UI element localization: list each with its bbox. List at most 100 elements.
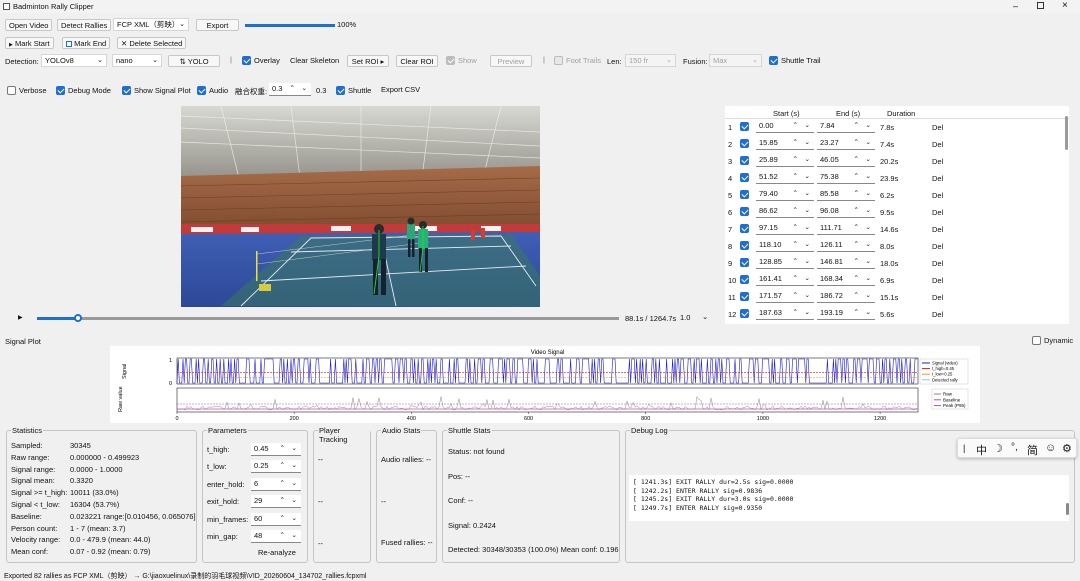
- start-spinner[interactable]: 118.10 ⌃ ⌄: [756, 239, 814, 252]
- chevron-up-icon[interactable]: ⌃: [854, 256, 859, 268]
- speed-select[interactable]: 1.0 ⌄: [680, 312, 710, 322]
- end-spinner[interactable]: 126.11 ⌃ ⌄: [817, 239, 875, 252]
- debug-mode-checkbox[interactable]: Debug Mode: [56, 86, 111, 95]
- chevron-down-icon[interactable]: ⌄: [805, 256, 810, 268]
- chevron-up-icon[interactable]: ⌃: [854, 239, 859, 251]
- delete-row-button[interactable]: Del: [932, 276, 943, 285]
- end-spinner[interactable]: 146.81 ⌃ ⌄: [817, 256, 875, 269]
- chevron-up-icon[interactable]: ⌃: [854, 222, 859, 234]
- ime-punctuation-icon[interactable]: °,: [1011, 442, 1018, 453]
- start-spinner[interactable]: 25.89 ⌃ ⌄: [756, 154, 814, 167]
- chevron-up-icon[interactable]: ⌃: [280, 478, 285, 490]
- delete-row-button[interactable]: Del: [932, 310, 943, 319]
- maximize-icon[interactable]: [1037, 2, 1044, 9]
- clear-skeleton-button[interactable]: Clear Skeleton: [287, 55, 342, 67]
- chevron-up-icon[interactable]: ⌃: [854, 154, 859, 166]
- chevron-up-icon[interactable]: ⌃: [793, 171, 798, 183]
- end-spinner[interactable]: 111.71 ⌃ ⌄: [817, 222, 875, 235]
- chevron-up-icon[interactable]: ⌃: [793, 273, 798, 285]
- debug-log-text[interactable]: [ 1241.3s] EXIT RALLY dur=2.5s sig=0.000…: [629, 475, 1069, 521]
- reanalyze-button[interactable]: Re-analyze: [255, 547, 299, 559]
- overlay-checkbox[interactable]: Overlay: [242, 56, 280, 65]
- close-icon[interactable]: ×: [1062, 0, 1068, 11]
- chevron-up-icon[interactable]: ⌃: [854, 273, 859, 285]
- dynamic-checkbox[interactable]: Dynamic: [1032, 336, 1073, 345]
- param-spinner[interactable]: 0.25 ⌃ ⌄: [251, 460, 301, 474]
- chevron-down-icon[interactable]: ⌄: [866, 307, 871, 319]
- chevron-up-icon[interactable]: ⌃: [793, 137, 798, 149]
- chevron-down-icon[interactable]: ⌄: [805, 239, 810, 251]
- chevron-up-icon[interactable]: ⌃: [793, 120, 798, 132]
- open-video-button[interactable]: Open Video: [5, 19, 53, 31]
- chevron-down-icon[interactable]: ⌄: [805, 120, 810, 132]
- start-spinner[interactable]: 0.00 ⌃ ⌄: [756, 120, 814, 133]
- chevron-up-icon[interactable]: ⌃: [793, 239, 798, 251]
- ime-grip-icon[interactable]: |: [963, 443, 965, 453]
- chevron-down-icon[interactable]: ⌄: [866, 154, 871, 166]
- ime-emoji-icon[interactable]: ☺: [1045, 442, 1056, 454]
- chevron-down-icon[interactable]: ⌄: [292, 460, 297, 472]
- chevron-down-icon[interactable]: ⌄: [292, 513, 297, 525]
- audio-checkbox[interactable]: Audio: [197, 86, 228, 95]
- foot-trails-checkbox[interactable]: Foot Trails: [554, 56, 601, 65]
- chevron-down-icon[interactable]: ⌄: [292, 495, 297, 507]
- yolo-button[interactable]: ⇅ YOLO: [168, 55, 220, 67]
- detection-model-select[interactable]: YOLOv8 ⌄: [41, 54, 107, 67]
- start-spinner[interactable]: 128.85 ⌃ ⌄: [756, 256, 814, 269]
- chevron-down-icon[interactable]: ⌄: [805, 290, 810, 302]
- export-format-select[interactable]: FCP XML（剪映） ⌄: [113, 18, 189, 31]
- mark-start-button[interactable]: ▶ Mark Start: [5, 37, 54, 49]
- minimize-icon[interactable]: –: [1013, 1, 1018, 11]
- chevron-down-icon[interactable]: ⌄: [805, 154, 810, 166]
- param-spinner[interactable]: 0.45 ⌃ ⌄: [251, 443, 301, 456]
- seek-slider[interactable]: [37, 314, 619, 322]
- delete-row-button[interactable]: Del: [932, 208, 943, 217]
- start-spinner[interactable]: 15.85 ⌃ ⌄: [756, 137, 814, 150]
- row-checkbox[interactable]: [740, 139, 749, 148]
- show-checkbox[interactable]: Show: [446, 56, 477, 65]
- row-checkbox[interactable]: [740, 275, 749, 284]
- chevron-up-icon[interactable]: ⌃: [793, 222, 798, 234]
- start-spinner[interactable]: 161.41 ⌃ ⌄: [756, 273, 814, 286]
- chevron-up-icon[interactable]: ⌃: [793, 188, 798, 200]
- row-checkbox[interactable]: [740, 258, 749, 267]
- mark-end-button[interactable]: Mark End: [62, 37, 111, 49]
- chevron-up-icon[interactable]: ⌃: [793, 205, 798, 217]
- delete-row-button[interactable]: Del: [932, 191, 943, 200]
- start-spinner[interactable]: 187.63 ⌃ ⌄: [756, 307, 814, 320]
- export-button[interactable]: Export: [196, 19, 239, 31]
- chevron-down-icon[interactable]: ⌄: [866, 205, 871, 217]
- chevron-up-icon[interactable]: ⌃: [290, 83, 295, 95]
- chevron-down-icon[interactable]: ⌄: [866, 239, 871, 251]
- chevron-up-icon[interactable]: ⌃: [280, 495, 285, 507]
- param-spinner[interactable]: 60 ⌃ ⌄: [251, 512, 301, 526]
- end-spinner[interactable]: 96.08 ⌃ ⌄: [817, 205, 875, 218]
- delete-row-button[interactable]: Del: [932, 293, 943, 302]
- delete-row-button[interactable]: Del: [932, 225, 943, 234]
- end-spinner[interactable]: 85.58 ⌃ ⌄: [817, 188, 875, 201]
- chevron-down-icon[interactable]: ⌄: [866, 256, 871, 268]
- start-spinner[interactable]: 79.40 ⌃ ⌄: [756, 188, 814, 201]
- model-size-select[interactable]: nano ⌄: [112, 54, 162, 67]
- chevron-down-icon[interactable]: ⌄: [805, 171, 810, 183]
- video-frame[interactable]: [181, 106, 540, 307]
- shuttle-trail-checkbox[interactable]: Shuttle Trail: [769, 56, 821, 65]
- chevron-up-icon[interactable]: ⌃: [854, 171, 859, 183]
- row-checkbox[interactable]: [740, 241, 749, 250]
- chevron-up-icon[interactable]: ⌃: [793, 256, 798, 268]
- row-checkbox[interactable]: [740, 309, 749, 318]
- table-scrollbar[interactable]: [1065, 116, 1068, 150]
- delete-row-button[interactable]: Del: [932, 259, 943, 268]
- param-spinner[interactable]: 29 ⌃ ⌄: [251, 495, 301, 509]
- param-spinner[interactable]: 6 ⌃ ⌄: [251, 477, 301, 491]
- chevron-down-icon[interactable]: ⌄: [805, 205, 810, 217]
- chevron-up-icon[interactable]: ⌃: [280, 460, 285, 472]
- chevron-down-icon[interactable]: ⌄: [866, 171, 871, 183]
- chevron-up-icon[interactable]: ⌃: [854, 307, 859, 319]
- chevron-up-icon[interactable]: ⌃: [793, 290, 798, 302]
- end-spinner[interactable]: 7.84 ⌃ ⌄: [817, 120, 875, 133]
- clear-roi-button[interactable]: Clear ROI: [396, 55, 438, 67]
- chevron-up-icon[interactable]: ⌃: [793, 154, 798, 166]
- end-spinner[interactable]: 168.34 ⌃ ⌄: [817, 273, 875, 286]
- debug-log-scrollbar[interactable]: [1066, 503, 1069, 515]
